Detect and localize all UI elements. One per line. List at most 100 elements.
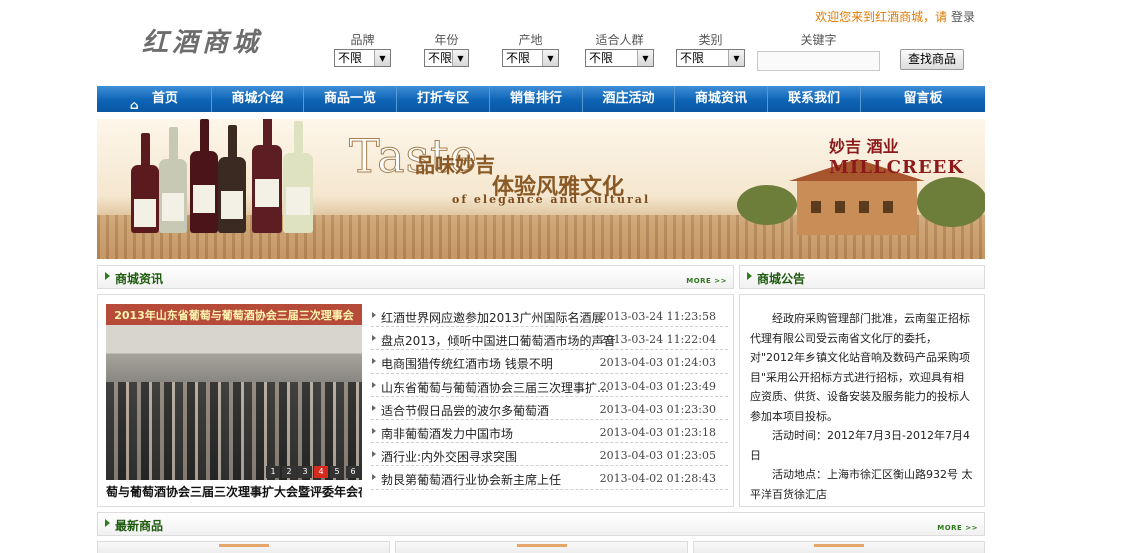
news-photo[interactable]: 2013年山东省葡萄与葡萄酒协会三届三次理事会 1 2 3 4 5 6 (106, 304, 362, 480)
banner-slogan-1: 品味妙吉 (415, 153, 495, 177)
keyword-input[interactable] (757, 51, 880, 71)
news-item[interactable]: 酒行业:内外交困寻求突围 2013-04-03 01:23:05 (371, 443, 728, 467)
filter-label: 品牌 (350, 33, 375, 47)
tree-graphic (737, 185, 797, 225)
chevron-down-icon[interactable]: ▼ (542, 50, 558, 66)
notice-box: 经政府采购管理部门批准，云南玺正招标代理有限公司受云南省文化厅的委托，对"201… (739, 294, 985, 507)
notice-section-header: 商城公告 (739, 265, 985, 289)
filter-label: 类别 (698, 33, 723, 47)
nav-home[interactable]: ⌂ 首页 (97, 86, 212, 112)
news-title[interactable]: 酒行业:内外交困寻求突围 (381, 448, 517, 465)
photo-banner-text: 2013年山东省葡萄与葡萄酒协会三届三次理事会 (114, 309, 354, 322)
notice-time: 活动时间：2012年7月3日-2012年7月4日 (750, 429, 970, 462)
select-value: 不限 (338, 51, 363, 65)
more-link[interactable]: MORE >> (686, 277, 727, 285)
news-list: 红酒世界网应邀参加2013广州国际名酒展 2013-03-24 11:23:58 … (371, 304, 728, 490)
news-item[interactable]: 适合节假日品尝的波尔多葡萄酒 2013-04-03 01:23:30 (371, 397, 728, 420)
news-item[interactable]: 勃艮第葡萄酒行业协会新主席上任 2013-04-02 01:28:43 (371, 466, 728, 490)
more-link[interactable]: MORE >> (937, 524, 978, 532)
chevron-down-icon[interactable]: ▼ (452, 50, 468, 66)
news-item[interactable]: 南非葡萄酒发力中国市场 2013-04-03 01:23:18 (371, 420, 728, 444)
nav-news[interactable]: 商城资讯 (675, 86, 768, 112)
search-button[interactable]: 查找商品 (900, 49, 964, 70)
nav-discount[interactable]: 打折专区 (397, 86, 490, 112)
pager-item[interactable]: 5 (330, 466, 344, 478)
notice-body: 经政府采购管理部门批准，云南玺正招标代理有限公司受云南省文化厅的委托，对"201… (750, 312, 971, 423)
product-card[interactable] (693, 541, 985, 553)
brand-en: MILLCREEK (829, 157, 965, 178)
chevron-down-icon[interactable]: ▼ (728, 50, 744, 66)
select-value: 不限 (589, 51, 614, 65)
new-products-header: 最新商品 MORE >> (97, 512, 985, 536)
pager-item[interactable]: 6 (346, 466, 360, 478)
news-date: 2013-03-24 11:22:04 (599, 333, 716, 347)
origin-select[interactable]: 不限 ▼ (502, 49, 559, 67)
news-title[interactable]: 适合节假日品尝的波尔多葡萄酒 (381, 402, 549, 419)
news-date: 2013-04-03 01:23:30 (599, 402, 716, 416)
news-item[interactable]: 盘点2013，倾听中国进口葡萄酒市场的声音 2013-03-24 11:22:04 (371, 327, 728, 351)
filter-year: 年份 不限 ▼ (424, 33, 469, 67)
section-title: 商城资讯 (115, 272, 164, 286)
news-item[interactable]: 红酒世界网应邀参加2013广州国际名酒展 2013-03-24 11:23:58 (371, 304, 728, 328)
pager-item-active[interactable]: 4 (314, 466, 328, 478)
tree-graphic (917, 177, 985, 227)
arrow-icon (105, 272, 110, 280)
site-logo[interactable]: 红酒商城 (142, 22, 262, 59)
product-card[interactable] (97, 541, 390, 553)
wine-bottle-graphic (283, 121, 313, 233)
filter-keyword: 关键字 (757, 33, 880, 49)
photo-pager: 1 2 3 4 5 6 (264, 466, 360, 478)
product-card[interactable] (395, 541, 688, 553)
category-select[interactable]: 不限 ▼ (676, 49, 745, 67)
year-select[interactable]: 不限 ▼ (424, 49, 469, 67)
promo-banner[interactable]: Taste 品味妙吉 体验风雅文化 of elegance and cultur… (97, 119, 985, 259)
news-title[interactable]: 红酒世界网应邀参加2013广州国际名酒展 (381, 309, 604, 326)
news-title[interactable]: 电商围猎传统红酒市场 钱景不明 (381, 355, 553, 372)
select-value: 不限 (680, 51, 705, 65)
audience-select[interactable]: 不限 ▼ (585, 49, 654, 67)
nav-ranking[interactable]: 销售排行 (490, 86, 583, 112)
news-date: 2013-04-03 01:23:05 (599, 449, 716, 463)
news-title[interactable]: 山东省葡萄与葡萄酒协会三届三次理事扩大会暨... (381, 379, 617, 396)
pager-item[interactable]: 3 (298, 466, 312, 478)
nav-products[interactable]: 商品一览 (304, 86, 397, 112)
nav-winery[interactable]: 酒庄活动 (583, 86, 675, 112)
welcome-text: 欢迎您来到红酒商城，请 (815, 10, 948, 24)
nav-guestbook[interactable]: 留言板 (861, 86, 985, 112)
news-section-header: 商城资讯 MORE >> (97, 265, 734, 289)
filter-label: 年份 (434, 33, 459, 47)
brand-select[interactable]: 不限 ▼ (334, 49, 391, 67)
photo-caption[interactable]: 萄与葡萄酒协会三届三次理事扩大会暨评委年会在 (106, 483, 362, 500)
login-link[interactable]: 登录 (951, 10, 975, 24)
wine-bottle-graphic (131, 133, 159, 233)
news-title[interactable]: 南非葡萄酒发力中国市场 (381, 425, 513, 442)
news-item[interactable]: 山东省葡萄与葡萄酒协会三届三次理事扩大会暨...2013-04-03 01:23… (371, 374, 728, 397)
brand-logo: 妙吉 酒业 MILLCREEK (829, 133, 964, 178)
filter-brand: 品牌 不限 ▼ (334, 33, 391, 67)
wine-bottle-graphic (252, 119, 282, 233)
section-title: 商城公告 (757, 272, 806, 286)
select-value: 不限 (428, 51, 453, 65)
wine-bottle-graphic (190, 119, 218, 233)
pager-item[interactable]: 2 (282, 466, 296, 478)
arrow-icon (105, 519, 110, 527)
brand-cn: 妙吉 酒业 (829, 137, 899, 156)
nav-about[interactable]: 商城介绍 (212, 86, 304, 112)
filter-category: 类别 不限 ▼ (676, 33, 745, 67)
chevron-down-icon[interactable]: ▼ (374, 50, 390, 66)
news-title[interactable]: 盘点2013，倾听中国进口葡萄酒市场的声音 (381, 332, 616, 349)
chevron-down-icon[interactable]: ▼ (637, 50, 653, 66)
filter-label: 产地 (518, 33, 543, 47)
pager-item[interactable]: 1 (266, 466, 280, 478)
filter-origin: 产地 不限 ▼ (502, 33, 559, 67)
news-title[interactable]: 勃艮第葡萄酒行业协会新主席上任 (381, 471, 561, 488)
winery-house-graphic (789, 159, 925, 235)
welcome-bar: 欢迎您来到红酒商城，请 登录 (815, 8, 975, 25)
select-value: 不限 (506, 51, 531, 65)
news-date: 2013-04-03 01:23:49 (599, 379, 716, 393)
section-title: 最新商品 (115, 519, 164, 533)
keyword-label: 关键字 (800, 33, 837, 47)
nav-contact[interactable]: 联系我们 (768, 86, 861, 112)
news-date: 2013-04-02 01:28:43 (599, 472, 716, 486)
news-item[interactable]: 电商围猎传统红酒市场 钱景不明 2013-04-03 01:24:03 (371, 350, 728, 374)
